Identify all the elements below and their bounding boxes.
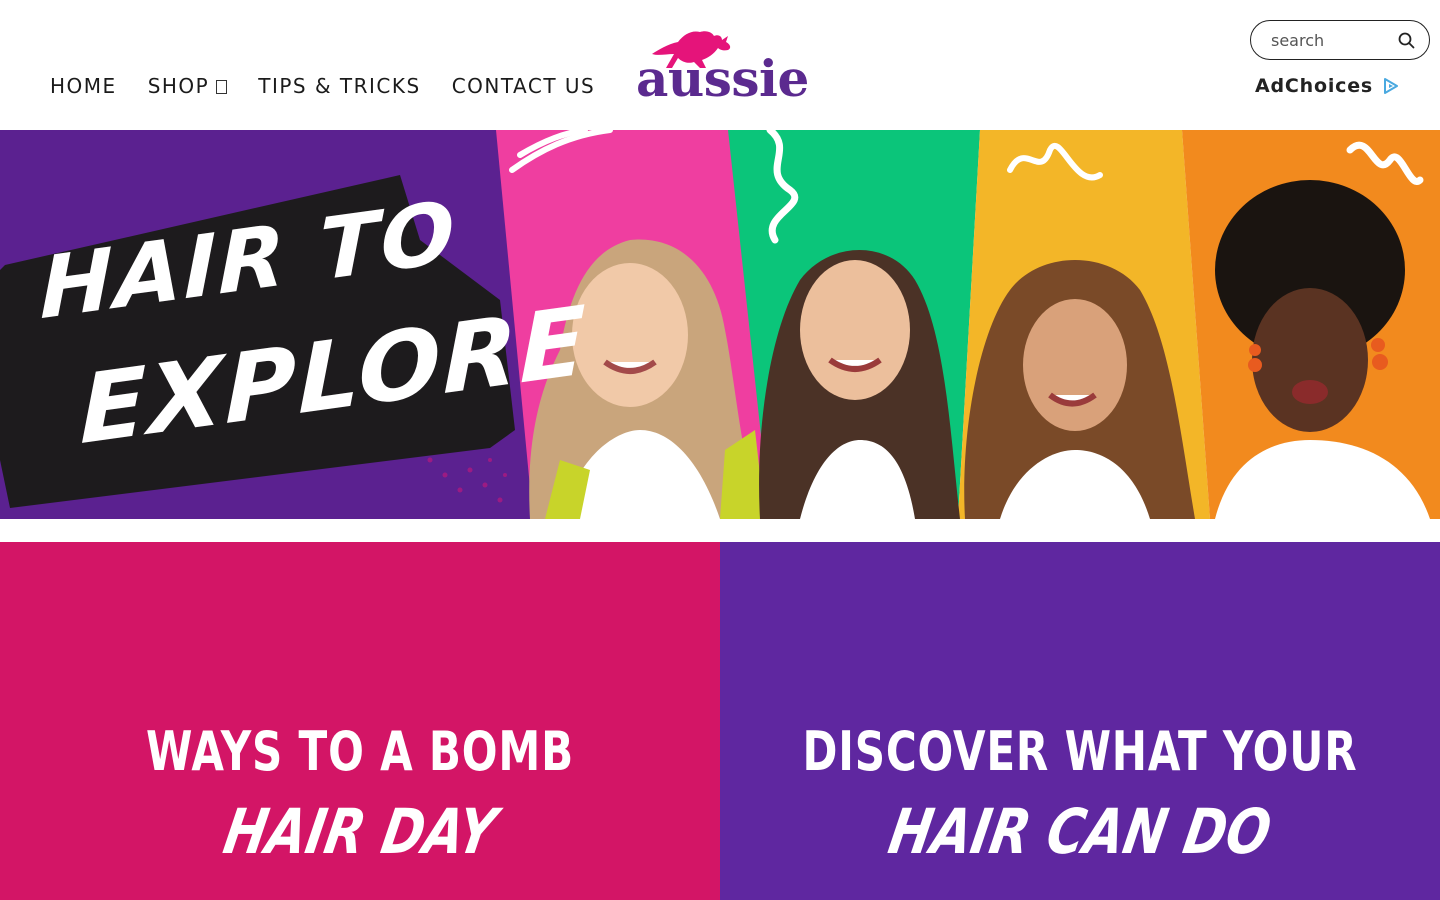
main-nav: HOME SHOP TIPS & TRICKS CONTACT US [50,74,595,98]
search-box[interactable] [1250,20,1430,60]
nav-shop[interactable]: SHOP [148,74,228,98]
nav-contact-label: CONTACT US [451,74,596,98]
nav-contact-us[interactable]: CONTACT US [452,74,596,98]
logo-wordmark: aussie [636,49,809,108]
promo-discover-hair[interactable]: DISCOVER WHAT YOUR HAIR CAN DO [720,542,1440,900]
dropdown-icon [216,80,228,94]
adchoices-label: AdChoices [1255,75,1373,97]
adchoices-link[interactable]: AdChoices [1255,75,1400,97]
search-input[interactable] [1271,30,1386,50]
nav-shop-label: SHOP [147,74,210,98]
aussie-logo[interactable]: aussie [636,22,809,110]
promo-right-line1: DISCOVER WHAT YOUR [802,720,1358,783]
nav-tips-tricks[interactable]: TIPS & TRICKS [258,74,420,98]
search-icon[interactable] [1398,32,1415,49]
hero-artwork [0,130,1440,519]
nav-tips-label: TIPS & TRICKS [258,74,421,98]
nav-home[interactable]: HOME [50,74,117,98]
site-header: HOME SHOP TIPS & TRICKS CONTACT US aussi… [0,0,1440,130]
promo-left-line2: HAIR DAY [218,795,502,868]
promo-bomb-hair-day[interactable]: WAYS TO A BOMB HAIR DAY [0,542,720,900]
promo-right-line2: HAIR CAN DO [883,795,1277,868]
hero-banner[interactable]: HAIR TO EXPLORE [0,130,1440,519]
nav-home-label: HOME [50,74,117,98]
promo-left-line1: WAYS TO A BOMB [146,720,574,783]
adchoices-icon [1384,78,1398,94]
